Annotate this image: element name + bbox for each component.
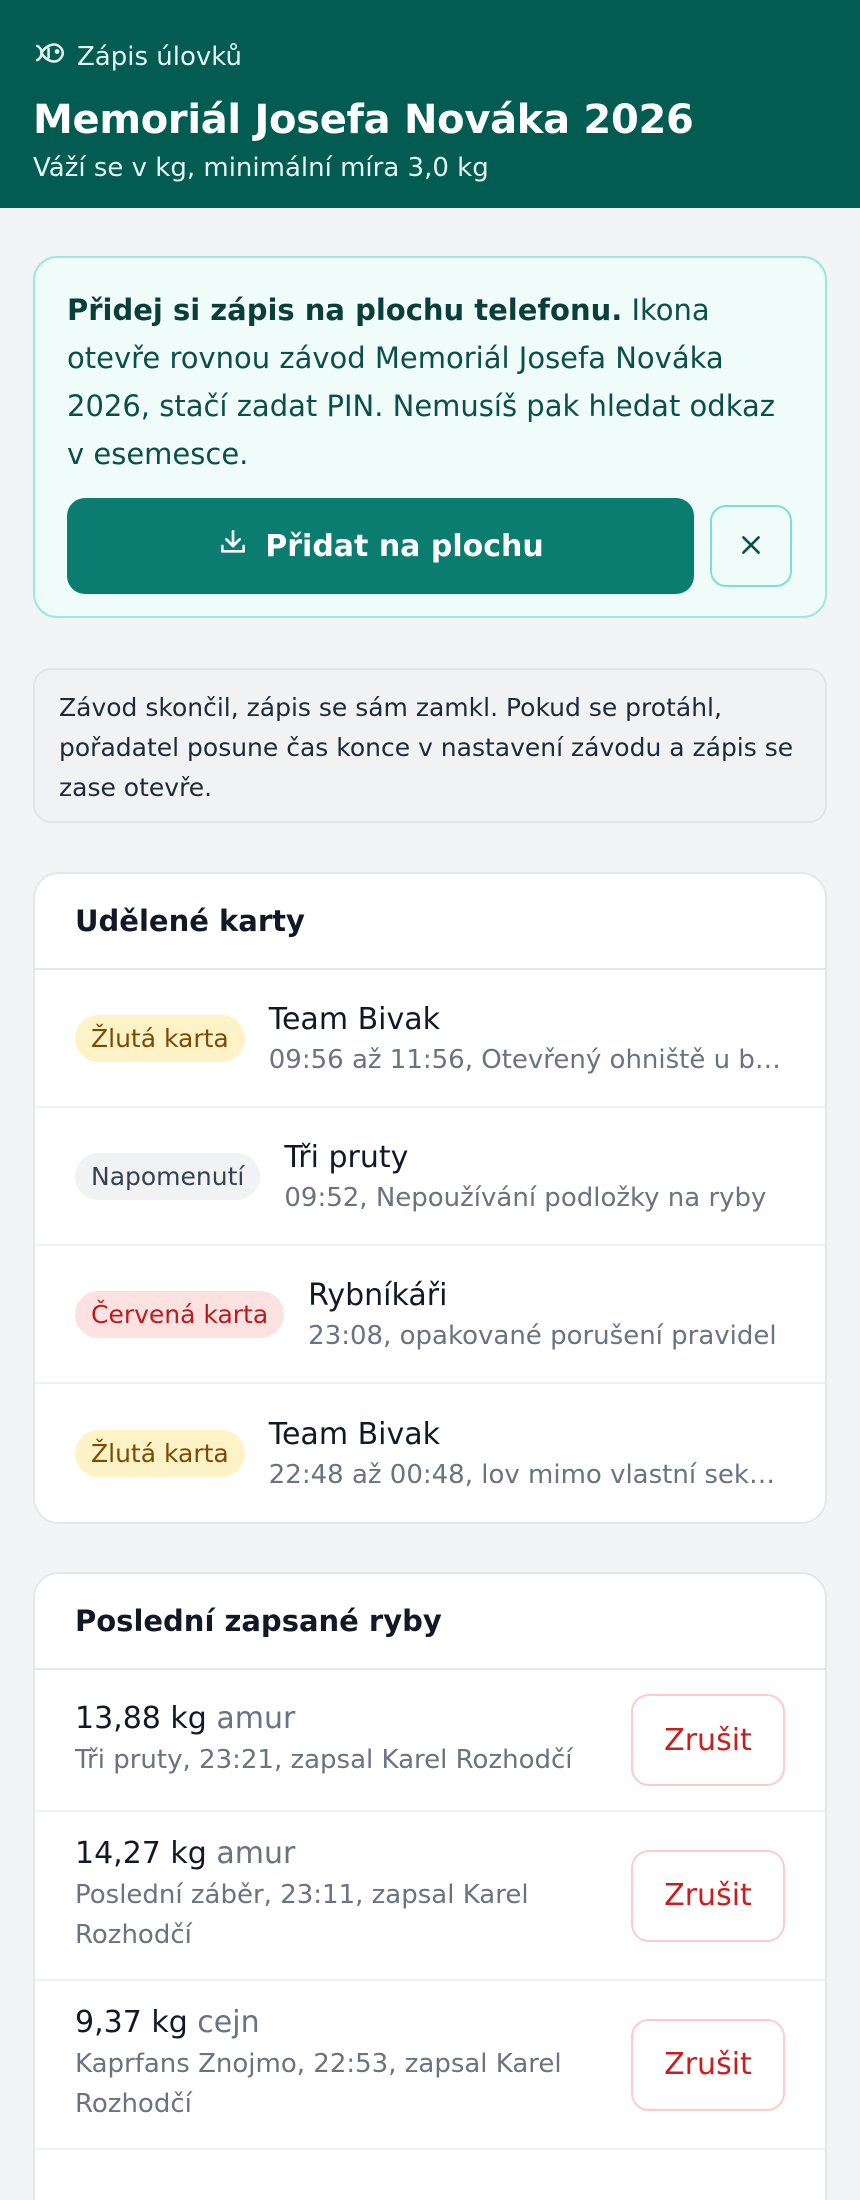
- card-row-text: Rybníkáři 23:08, opakované porušení pravi…: [308, 1278, 785, 1351]
- page-subtitle: Váží se v kg, minimální míra 3,0 kg: [33, 153, 489, 183]
- race-closed-notice: Závod skončil, zápis se sám zamkl. Pokud…: [33, 668, 827, 823]
- card-row-text: Tři pruty 09:52, Nepoužívání podložky na …: [284, 1140, 785, 1213]
- fish-row: 13,88 kg amur Tři pruty, 23:21, zapsal Ka…: [35, 1670, 825, 1812]
- fish-main: 13,88 kg amur: [75, 1701, 611, 1736]
- recent-fish-title: Poslední zapsané ryby: [35, 1574, 825, 1670]
- card-detail: 22:48 až 00:48, lov mimo vlastní sektor: [268, 1459, 785, 1490]
- card-row: Napomenutí Tři pruty 09:52, Nepoužívání po…: [35, 1108, 825, 1246]
- card-row: Červená karta Rybníkáři 23:08, opakované p…: [35, 1246, 825, 1384]
- dismiss-banner-button[interactable]: [710, 505, 792, 587]
- card-badge: Červená karta: [75, 1290, 285, 1338]
- fish-weight: 9,37 kg: [75, 2005, 188, 2040]
- card-detail: 09:56 až 11:56, Otevřený ohniště u bivak…: [268, 1044, 785, 1075]
- fish-info: 14,27 kg amur Poslední záběr, 23:11, zaps…: [75, 1836, 611, 1955]
- cancel-fish-button[interactable]: Zrušit: [631, 1694, 785, 1786]
- fish-row: 9,37 kg cejn Kaprfans Znojmo, 22:53, zaps…: [35, 1981, 825, 2150]
- fish-list: 13,88 kg amur Tři pruty, 23:21, zapsal Ka…: [35, 1670, 825, 2150]
- install-actions: Přidat na plochu: [67, 498, 793, 594]
- fish-info: 9,37 kg cejn Kaprfans Znojmo, 22:53, zaps…: [75, 2005, 611, 2124]
- card-detail: 23:08, opakované porušení pravidel: [308, 1320, 777, 1351]
- card-team: Team Bivak: [268, 1001, 441, 1037]
- fish-species: cejn: [197, 2005, 260, 2040]
- recent-fish-panel: Poslední zapsané ryby 13,88 kg amur Tři p…: [33, 1572, 827, 2200]
- cancel-fish-button[interactable]: Zrušit: [631, 2018, 785, 2111]
- fish-row: 14,27 kg amur Poslední záběr, 23:11, zaps…: [35, 1812, 825, 1981]
- add-to-homescreen-button[interactable]: Přidat na plochu: [67, 498, 694, 594]
- add-to-homescreen-label: Přidat na plochu: [265, 528, 544, 564]
- fish-main: 14,27 kg amur: [75, 1836, 611, 1871]
- card-team: Rybníkáři: [308, 1277, 448, 1313]
- fish-icon: [33, 36, 67, 77]
- close-icon: [738, 532, 764, 561]
- download-icon: [217, 526, 249, 566]
- fish-species: amur: [216, 1836, 296, 1871]
- section-label-row: Zápis úlovků: [33, 36, 827, 77]
- page-title: Memoriál Josefa Nováka 2026: [33, 97, 694, 143]
- card-row: Žlutá karta Team Bivak 09:56 až 11:56, Ote…: [35, 970, 825, 1108]
- section-label: Zápis úlovků: [77, 41, 243, 72]
- card-row-text: Team Bivak 22:48 až 00:48, lov mimo vlast…: [269, 1417, 785, 1490]
- cancel-fish-button[interactable]: Zrušit: [631, 1849, 785, 1942]
- fish-detail: Kaprfans Znojmo, 22:53, zapsal Karel Roz…: [75, 2049, 562, 2119]
- fish-detail: Poslední záběr, 23:11, zapsal Karel Rozh…: [75, 1880, 529, 1950]
- fish-detail: Tři pruty, 23:21, zapsal Karel Rozhodčí: [75, 1744, 573, 1775]
- fish-weight: 13,88 kg: [75, 1700, 207, 1736]
- install-text: Přidej si zápis na plochu telefonu. Ikon…: [67, 286, 793, 478]
- fish-info: 13,88 kg amur Tři pruty, 23:21, zapsal Ka…: [75, 1701, 611, 1780]
- card-row-text: Team Bivak 09:56 až 11:56, Otevřený ohniš…: [269, 1002, 785, 1075]
- card-badge: Žlutá karta: [75, 1429, 245, 1477]
- card-badge: Žlutá karta: [75, 1014, 245, 1062]
- cards-panel: Udělené karty Žlutá karta Team Bivak 09:56…: [33, 872, 827, 1524]
- card-badge: Napomenutí: [75, 1152, 261, 1200]
- card-detail: 09:52, Nepoužívání podložky na ryby: [284, 1182, 767, 1213]
- fish-main: 9,37 kg cejn: [75, 2005, 611, 2040]
- fish-weight: 14,27 kg: [75, 1836, 207, 1871]
- card-team: Team Bivak: [268, 1416, 441, 1452]
- page-header: Zápis úlovků Memoriál Josefa Nováka 2026…: [0, 0, 860, 208]
- card-team: Tři pruty: [284, 1139, 409, 1175]
- cards-list: Žlutá karta Team Bivak 09:56 až 11:56, Ote…: [35, 970, 825, 1522]
- card-row: Žlutá karta Team Bivak 22:48 až 00:48, lov…: [35, 1384, 825, 1522]
- install-banner: Přidej si zápis na plochu telefonu. Ikon…: [33, 256, 827, 618]
- cards-panel-title: Udělené karty: [35, 874, 825, 970]
- fish-species: amur: [216, 1700, 296, 1736]
- install-lead: Přidej si zápis na plochu telefonu.: [67, 293, 623, 327]
